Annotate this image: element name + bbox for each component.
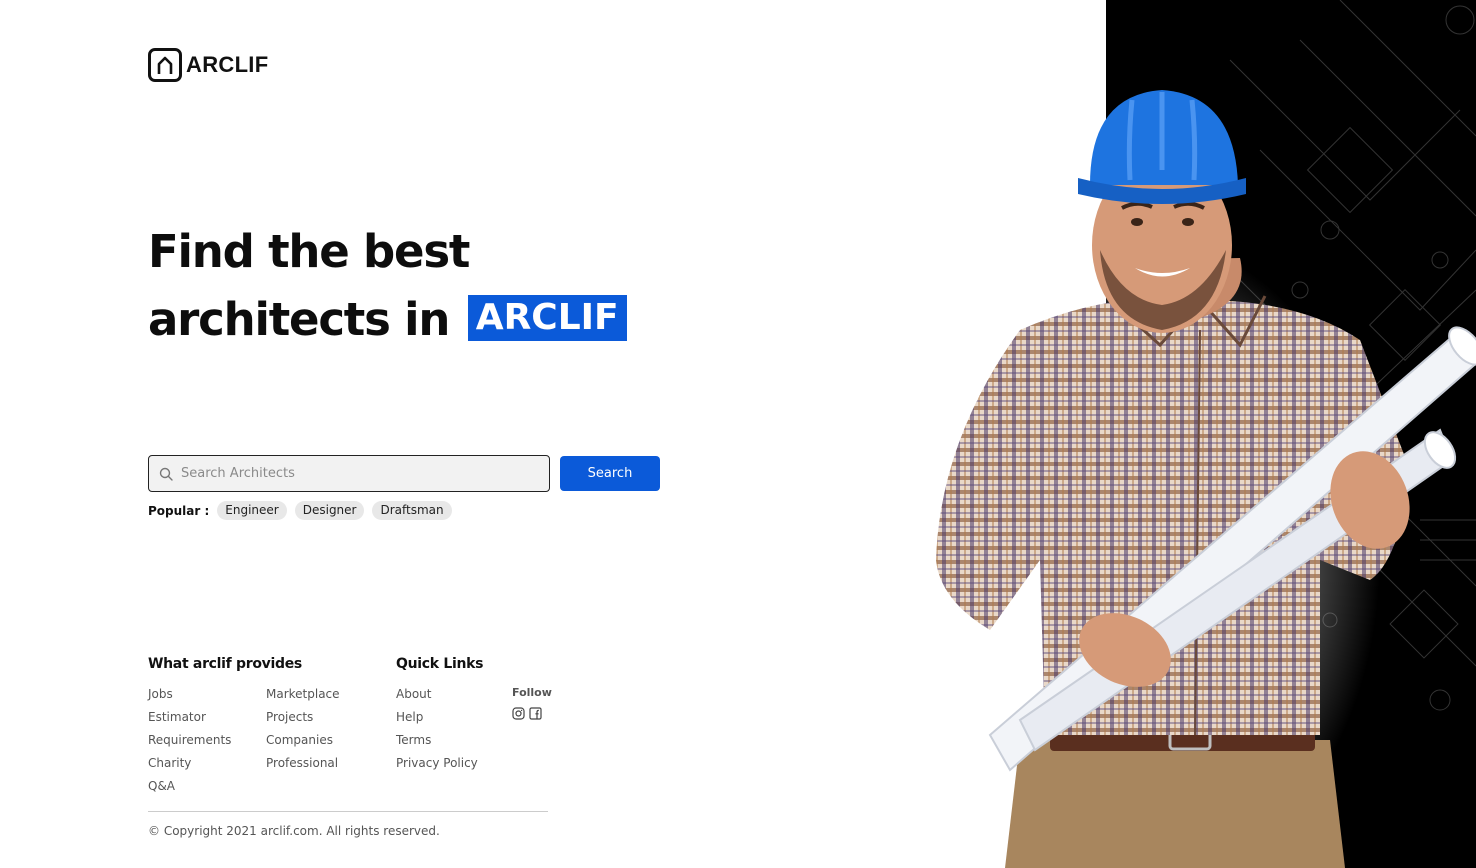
footer-link-projects[interactable]: Projects	[266, 710, 313, 724]
headline-line-2-text: architects in	[148, 293, 450, 346]
headline-line-1: Find the best	[148, 225, 470, 278]
popular-tag-designer[interactable]: Designer	[294, 501, 365, 520]
popular-tag-engineer[interactable]: Engineer	[217, 501, 287, 520]
eye-right	[1182, 218, 1194, 226]
follow-label: Follow	[512, 686, 552, 699]
popular-label: Popular :	[148, 503, 210, 518]
search-input[interactable]	[181, 466, 521, 481]
footer-divider	[148, 811, 548, 812]
trousers	[1005, 740, 1345, 868]
popular-tag-draftsman[interactable]: Draftsman	[372, 501, 452, 520]
headline-highlight: ARCLIF	[467, 295, 627, 341]
headline-line-2: architects in ARCLIF	[148, 286, 627, 354]
brand-name: ARCLIF	[186, 52, 269, 77]
search-icon	[159, 467, 173, 481]
search-field[interactable]	[148, 455, 550, 492]
footer-link-professional[interactable]: Professional	[266, 756, 338, 770]
footer-link-terms[interactable]: Terms	[396, 733, 431, 747]
footer-link-companies[interactable]: Companies	[266, 733, 333, 747]
footer-link-charity[interactable]: Charity	[148, 756, 191, 770]
instagram-icon[interactable]	[512, 707, 525, 720]
eye-left	[1131, 218, 1143, 226]
footer-provides-heading: What arclif provides	[148, 656, 302, 672]
footer-link-marketplace[interactable]: Marketplace	[266, 687, 340, 701]
hero-image	[920, 0, 1476, 868]
footer-link-about[interactable]: About	[396, 687, 431, 701]
search-button[interactable]: Search	[560, 456, 660, 491]
footer-link-estimator[interactable]: Estimator	[148, 710, 206, 724]
brand-logo[interactable]: ARCLIF	[148, 48, 268, 82]
footer-link-jobs[interactable]: Jobs	[148, 687, 173, 701]
hero-headline: Find the best architects in ARCLIF	[148, 218, 627, 354]
footer-link-privacy-policy[interactable]: Privacy Policy	[396, 756, 478, 770]
footer-link-requirements[interactable]: Requirements	[148, 733, 231, 747]
house-icon	[148, 48, 182, 82]
footer-quick-links-heading: Quick Links	[396, 656, 484, 672]
facebook-icon[interactable]	[529, 707, 542, 720]
footer-link-qa[interactable]: Q&A	[148, 779, 175, 793]
popular-tags: Popular : Engineer Designer Draftsman	[148, 501, 452, 520]
copyright-text: © Copyright 2021 arclif.com. All rights …	[148, 824, 440, 838]
footer-link-help[interactable]: Help	[396, 710, 423, 724]
